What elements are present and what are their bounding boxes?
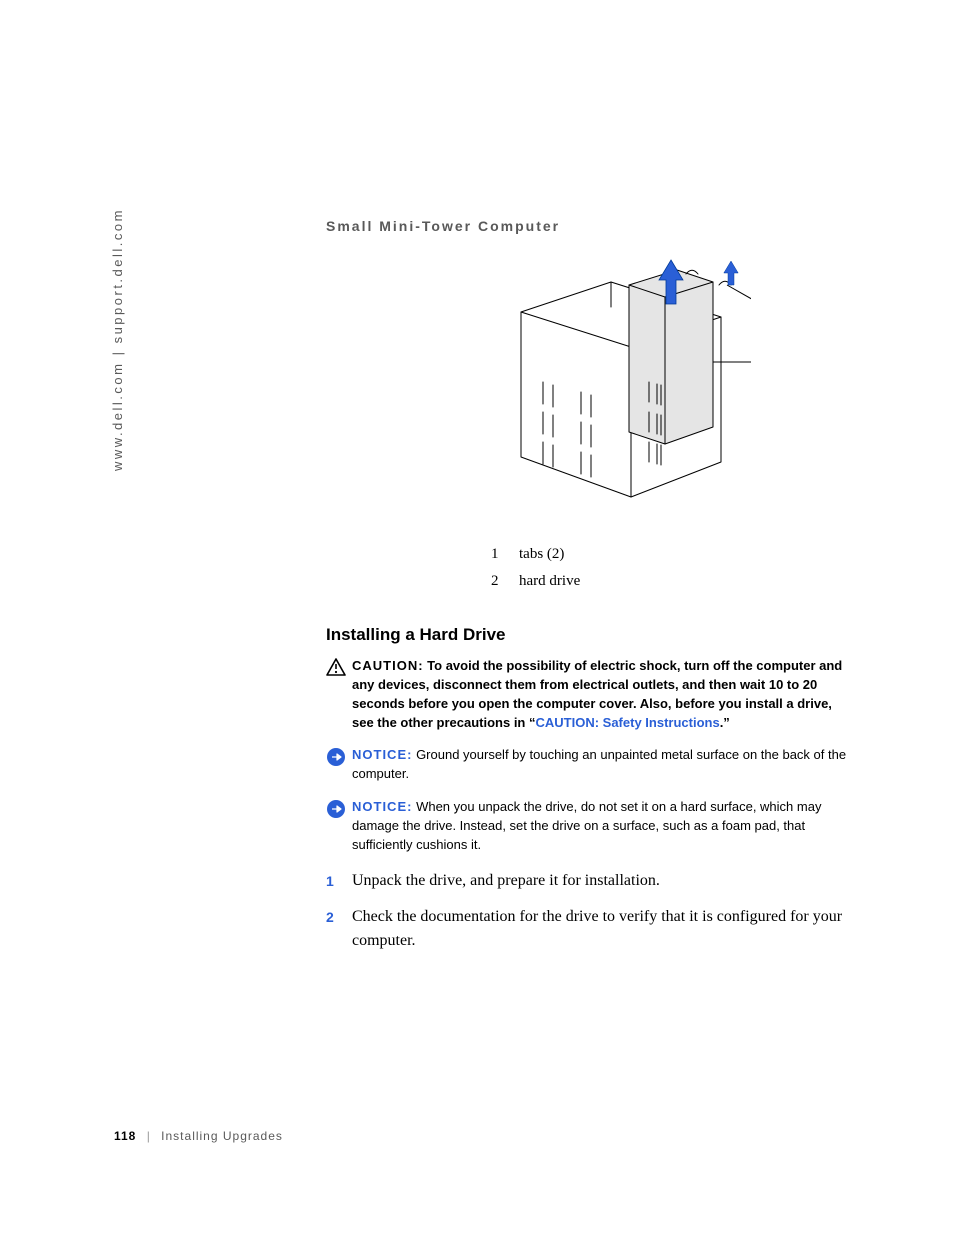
legend-row: 1 tabs (2) bbox=[491, 541, 691, 568]
notice-block: NOTICE: When you unpack the drive, do no… bbox=[326, 798, 856, 855]
notice-icon bbox=[326, 799, 352, 825]
step-item: 2 Check the documentation for the drive … bbox=[326, 905, 856, 953]
notice-label: NOTICE: bbox=[352, 799, 412, 814]
notice-text: When you unpack the drive, do not set it… bbox=[352, 799, 821, 852]
caution-body: CAUTION: To avoid the possibility of ele… bbox=[352, 657, 856, 732]
page-content: Small Mini-Tower Computer bbox=[326, 218, 856, 965]
caution-label: CAUTION: bbox=[352, 658, 424, 673]
notice-icon bbox=[326, 747, 352, 773]
step-item: 1 Unpack the drive, and prepare it for i… bbox=[326, 869, 856, 893]
caution-text-post: .” bbox=[720, 715, 730, 730]
subheading: Installing a Hard Drive bbox=[326, 625, 856, 645]
diagram-legend: 1 tabs (2) 2 hard drive bbox=[491, 541, 691, 595]
step-number: 1 bbox=[326, 869, 352, 893]
step-list: 1 Unpack the drive, and prepare it for i… bbox=[326, 869, 856, 953]
notice-label: NOTICE: bbox=[352, 747, 412, 762]
page-footer: 118 | Installing Upgrades bbox=[114, 1129, 283, 1143]
notice-block: NOTICE: Ground yourself by touching an u… bbox=[326, 746, 856, 784]
hard-drive-diagram: 1 2 bbox=[431, 252, 751, 517]
legend-num: 2 bbox=[491, 568, 519, 595]
side-url: www.dell.com | support.dell.com bbox=[110, 208, 125, 471]
step-text: Unpack the drive, and prepare it for ins… bbox=[352, 869, 856, 893]
page-number: 118 bbox=[114, 1129, 136, 1143]
notice-body: NOTICE: When you unpack the drive, do no… bbox=[352, 798, 856, 855]
section-title: Small Mini-Tower Computer bbox=[326, 218, 856, 234]
diagram-container: 1 2 bbox=[326, 252, 856, 517]
caution-icon bbox=[326, 658, 352, 682]
footer-separator: | bbox=[147, 1129, 151, 1143]
notice-text: Ground yourself by touching an unpainted… bbox=[352, 747, 846, 781]
legend-row: 2 hard drive bbox=[491, 568, 691, 595]
step-number: 2 bbox=[326, 905, 352, 953]
legend-text: hard drive bbox=[519, 568, 580, 595]
notice-body: NOTICE: Ground yourself by touching an u… bbox=[352, 746, 856, 784]
legend-text: tabs (2) bbox=[519, 541, 564, 568]
legend-num: 1 bbox=[491, 541, 519, 568]
caution-block: CAUTION: To avoid the possibility of ele… bbox=[326, 657, 856, 732]
chapter-title: Installing Upgrades bbox=[161, 1129, 283, 1143]
caution-link[interactable]: CAUTION: Safety Instructions bbox=[536, 715, 720, 730]
step-text: Check the documentation for the drive to… bbox=[352, 905, 856, 953]
